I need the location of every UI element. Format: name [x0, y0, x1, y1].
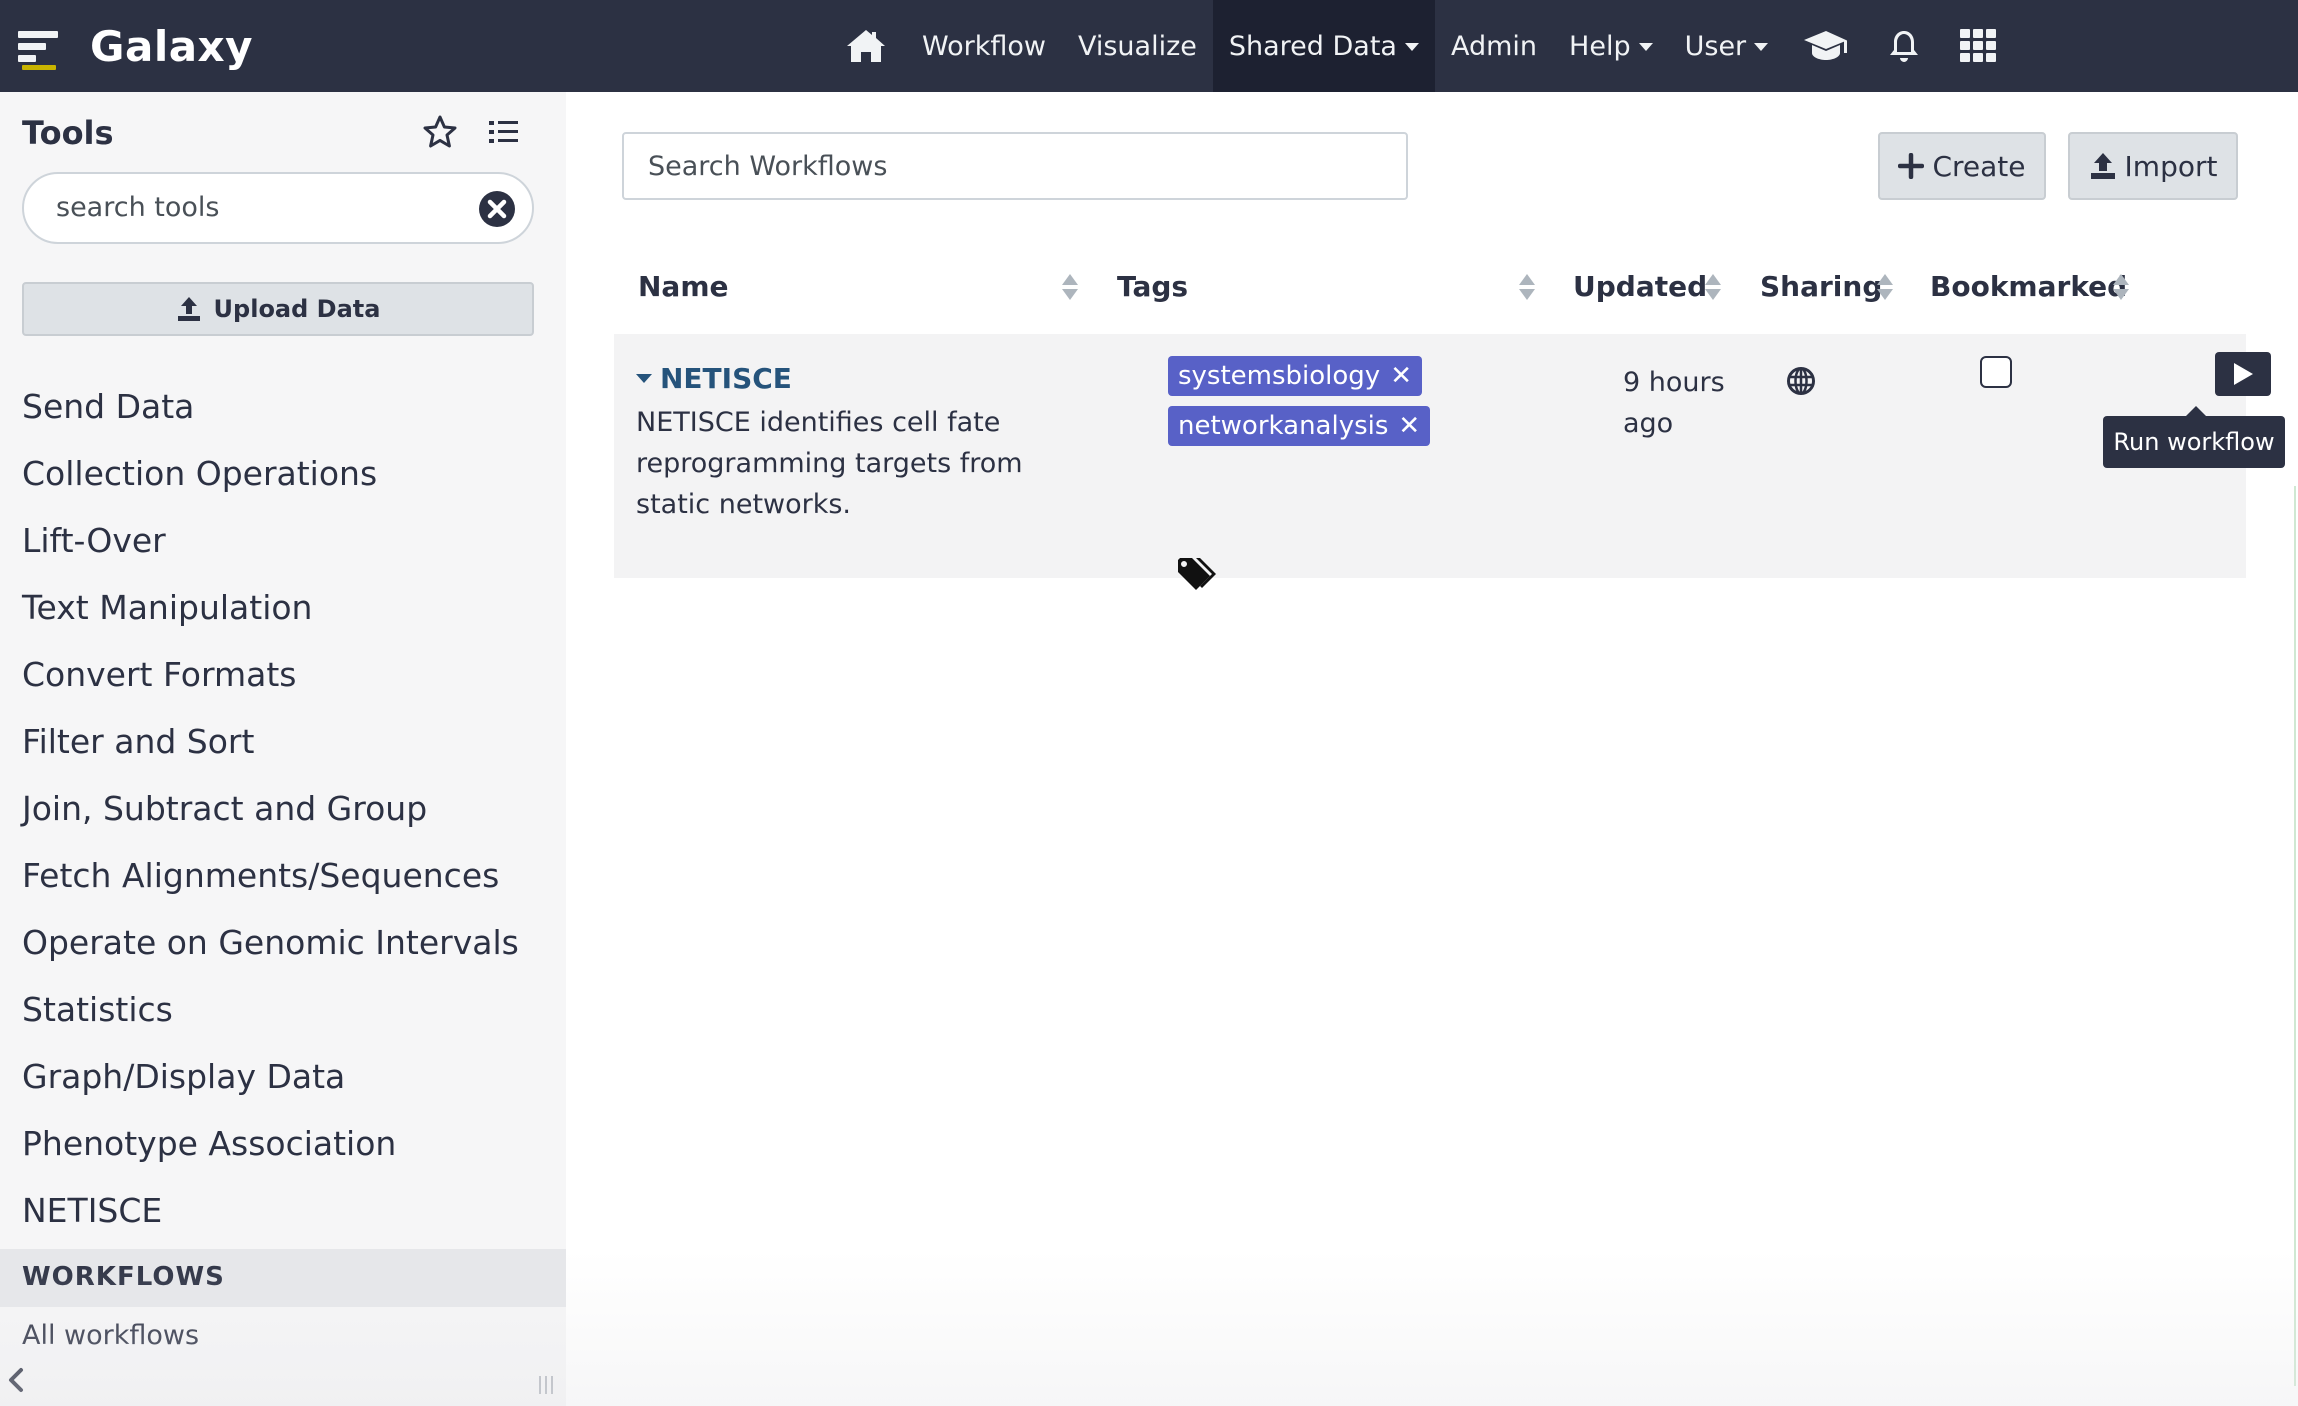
- chevron-left-icon[interactable]: [6, 1366, 26, 1398]
- workflows-section-header: WORKFLOWS: [0, 1249, 566, 1307]
- import-label: Import: [2124, 149, 2218, 183]
- upload-data-button[interactable]: Upload Data: [22, 282, 534, 336]
- remove-tag-icon[interactable]: ✕: [1390, 361, 1412, 391]
- bell-icon[interactable]: [1868, 0, 1940, 92]
- nav-workflow[interactable]: Workflow: [906, 0, 1062, 92]
- nav-user[interactable]: User: [1669, 0, 1785, 92]
- nav-help[interactable]: Help: [1553, 0, 1669, 92]
- brand-link[interactable]: Galaxy: [0, 0, 253, 92]
- workflow-search-placeholder: Search Workflows: [648, 151, 888, 182]
- bookmark-checkbox[interactable]: [1980, 356, 2012, 388]
- tool-panel-title: Tools: [22, 114, 114, 152]
- tag-badge[interactable]: networkanalysis ✕: [1168, 406, 1431, 446]
- nav-help-label: Help: [1569, 30, 1631, 62]
- list-icon[interactable]: [488, 118, 520, 150]
- home-icon[interactable]: [826, 0, 906, 92]
- create-label: Create: [1932, 149, 2026, 183]
- workflow-search-input[interactable]: Search Workflows: [622, 132, 1408, 200]
- upload-icon: [177, 297, 200, 321]
- caret-down-icon: [1754, 43, 1769, 51]
- create-workflow-button[interactable]: Create: [1878, 132, 2046, 200]
- tool-panel: Tools search tools Upload Data Send Data…: [0, 92, 566, 1406]
- column-header-sharing[interactable]: Sharing: [1760, 270, 1882, 303]
- column-header-tags[interactable]: Tags: [1117, 270, 1188, 303]
- panel-resize-handle[interactable]: [539, 1376, 553, 1394]
- run-workflow-tooltip: Run workflow: [2103, 406, 2285, 468]
- nav-user-label: User: [1684, 30, 1747, 62]
- tool-section-genomic-intervals[interactable]: Operate on Genomic Intervals: [22, 920, 552, 987]
- sort-icon[interactable]: [1877, 274, 1893, 302]
- clear-search-icon[interactable]: [478, 190, 516, 232]
- workflow-name: NETISCE: [660, 362, 792, 395]
- nav-shared-data[interactable]: Shared Data: [1212, 0, 1435, 92]
- tool-section-lift-over[interactable]: Lift-Over: [22, 518, 552, 585]
- table-row: NETISCE NETISCE identifies cell fate rep…: [614, 334, 2271, 590]
- remove-tag-icon[interactable]: ✕: [1398, 411, 1420, 441]
- main-nav: Workflow Visualize Shared Data Admin Hel…: [826, 0, 2016, 92]
- run-workflow-button[interactable]: [2215, 352, 2271, 396]
- tool-section-filter-and-sort[interactable]: Filter and Sort: [22, 719, 552, 786]
- tool-section-send-data[interactable]: Send Data: [22, 384, 552, 451]
- sort-icon[interactable]: [1519, 274, 1535, 302]
- caret-down-icon: [1638, 43, 1653, 51]
- column-header-name[interactable]: Name: [638, 270, 729, 303]
- sort-icon[interactable]: [2113, 274, 2129, 302]
- tool-section-collection-operations[interactable]: Collection Operations: [22, 451, 552, 518]
- nav-visualize[interactable]: Visualize: [1062, 0, 1213, 92]
- workflow-name-dropdown[interactable]: NETISCE: [636, 362, 792, 395]
- caret-down-icon: [636, 374, 652, 383]
- workflows-section-label: WORKFLOWS: [22, 1262, 225, 1292]
- masthead: Galaxy Workflow Visualize Shared Data Ad…: [0, 0, 2298, 92]
- sort-icon[interactable]: [1705, 274, 1721, 302]
- play-icon: [2234, 363, 2253, 385]
- galaxy-logo-icon: [16, 21, 66, 71]
- workflow-description: NETISCE identifies cell fate reprogrammi…: [636, 407, 1023, 520]
- graduation-cap-icon[interactable]: [1784, 0, 1868, 92]
- upload-data-label: Upload Data: [213, 295, 381, 323]
- workflow-updated: 9 hours ago: [1623, 367, 1725, 439]
- tag-label: systemsbiology: [1178, 361, 1381, 391]
- tool-search-input[interactable]: search tools: [22, 172, 534, 244]
- all-workflows-link[interactable]: All workflows: [22, 1320, 199, 1351]
- tool-section-join-subtract-group[interactable]: Join, Subtract and Group: [22, 786, 552, 853]
- tool-panel-header: Tools: [22, 110, 542, 156]
- apps-grid-icon[interactable]: [1940, 0, 2016, 92]
- tag-label: networkanalysis: [1178, 411, 1389, 441]
- tool-section-netisce[interactable]: NETISCE: [22, 1188, 552, 1255]
- brand-title: Galaxy: [90, 21, 254, 71]
- tool-section-statistics[interactable]: Statistics: [22, 987, 552, 1054]
- column-header-bookmarked[interactable]: Bookmarked: [1930, 270, 2127, 303]
- tool-sections: Send Data Collection Operations Lift-Ove…: [22, 384, 552, 1255]
- tool-section-convert-formats[interactable]: Convert Formats: [22, 652, 552, 719]
- tag-badge[interactable]: systemsbiology ✕: [1168, 356, 1422, 396]
- import-workflow-button[interactable]: Import: [2068, 132, 2238, 200]
- sort-icon[interactable]: [1062, 274, 1078, 302]
- tool-section-phenotype-association[interactable]: Phenotype Association: [22, 1121, 552, 1188]
- plus-icon: [1898, 153, 1925, 179]
- tool-section-fetch-alignments[interactable]: Fetch Alignments/Sequences: [22, 853, 552, 920]
- add-tags-icon[interactable]: [1176, 556, 1222, 598]
- tool-section-graph-display[interactable]: Graph/Display Data: [22, 1054, 552, 1121]
- star-icon[interactable]: [422, 114, 458, 154]
- tool-search-placeholder: search tools: [56, 192, 220, 223]
- upload-icon: [2090, 153, 2115, 179]
- nav-shared-data-label: Shared Data: [1228, 30, 1397, 62]
- scroll-edge: [2294, 486, 2296, 1386]
- caret-down-icon: [1404, 43, 1419, 51]
- center-panel: Search Workflows Create Import Name Tags…: [566, 92, 2298, 1406]
- nav-admin[interactable]: Admin: [1435, 0, 1553, 92]
- tool-section-text-manipulation[interactable]: Text Manipulation: [22, 585, 552, 652]
- globe-icon: [1786, 366, 1816, 400]
- column-header-updated[interactable]: Updated: [1573, 270, 1707, 303]
